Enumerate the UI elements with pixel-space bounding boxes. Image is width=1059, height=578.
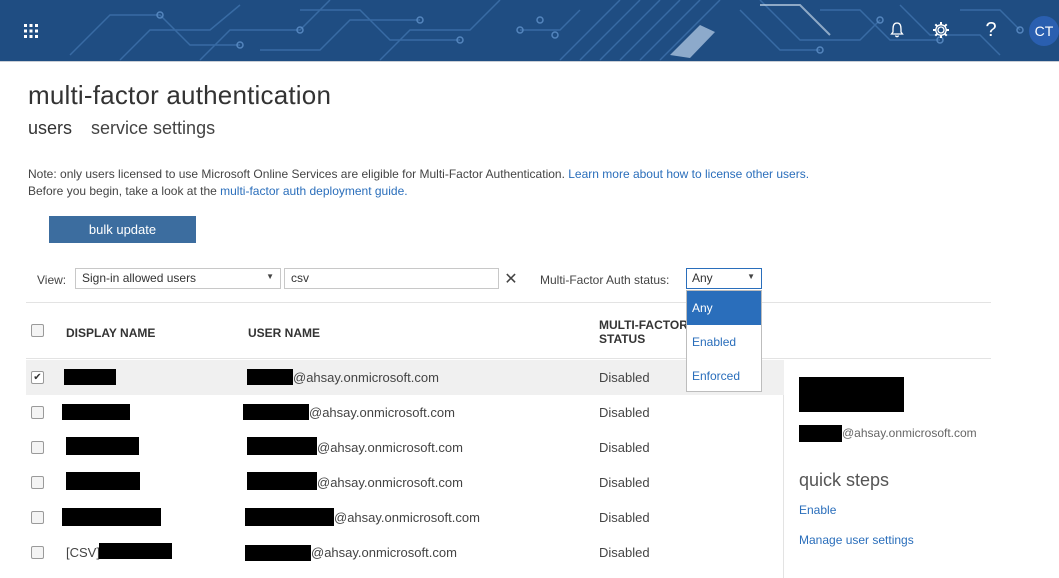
help-button[interactable]: ? [975,14,1007,46]
redacted-user-name [247,369,293,385]
mfa-status-dropdown: Any Enabled Enforced [686,290,762,392]
search-input[interactable]: csv [284,268,499,289]
mfa-status-value: Disabled [599,440,650,455]
redacted-display-name [66,437,139,455]
redacted-selected-user-email [799,425,842,442]
divider [26,302,991,303]
mfa-status-value: Disabled [599,475,650,490]
redacted-user-name [247,472,317,490]
sub-navigation: users service settings [28,118,229,139]
mfa-option-enforced[interactable]: Enforced [687,359,761,393]
redacted-display-name [62,508,161,526]
user-name-domain: @ahsay.onmicrosoft.com [309,405,455,420]
redacted-display-name [64,369,116,385]
user-name-domain: @ahsay.onmicrosoft.com [334,510,480,525]
notifications-button[interactable] [881,14,913,46]
bell-icon [890,22,904,38]
tab-users[interactable]: users [28,118,72,138]
row-checkbox[interactable] [31,511,44,524]
enable-link[interactable]: Enable [799,503,836,517]
redacted-display-name [66,472,140,490]
view-select[interactable]: Sign-in allowed users ▼ [75,268,281,289]
redacted-user-name [243,404,309,420]
mfa-status-value: Disabled [599,370,650,385]
select-all-checkbox[interactable] [31,324,44,337]
page-title: multi-factor authentication [28,80,332,110]
gear-icon [933,22,949,38]
redacted-selected-user-name [799,377,904,412]
mfa-option-any[interactable]: Any [687,291,761,325]
help-icon: ? [985,18,997,41]
row-checkbox[interactable] [31,406,44,419]
chevron-down-icon: ▼ [747,272,755,281]
column-header-mfa-status[interactable]: MULTI-FACTOR STATUS [599,318,688,346]
view-select-value: Sign-in allowed users [82,271,197,285]
row-checkbox[interactable] [31,476,44,489]
column-header-user-name[interactable]: USER NAME [248,326,320,340]
column-header-mfa-status-line1: MULTI-FACTOR [599,318,688,332]
mfa-status-value: Disabled [599,545,650,560]
column-header-display-name[interactable]: DISPLAY NAME [66,326,155,340]
mfa-status-select-value: Any [692,271,713,285]
close-icon: ✕ [504,270,518,288]
bulk-update-button[interactable]: bulk update [49,216,196,243]
row-checkbox[interactable] [31,441,44,454]
view-label: View: [37,273,67,287]
tab-service-settings[interactable]: service settings [91,118,215,138]
redacted-user-name [245,545,311,561]
display-name-prefix: [CSV] [66,545,100,560]
top-nav-bar: ? CT [0,0,1059,62]
mfa-option-enabled[interactable]: Enabled [687,325,761,359]
note-text-line2: Before you begin, take a look at the [28,184,221,198]
mfa-status-label: Multi-Factor Auth status: [540,273,670,287]
redacted-display-name [99,543,172,559]
column-header-mfa-status-line2: STATUS [599,332,646,346]
clear-search-button[interactable]: ✕ [500,268,522,289]
mfa-status-value: Disabled [599,510,650,525]
selected-user-domain: @ahsay.onmicrosoft.com [842,426,977,440]
user-name-domain: @ahsay.onmicrosoft.com [317,440,463,455]
manage-user-settings-link[interactable]: Manage user settings [799,533,914,547]
user-name-domain: @ahsay.onmicrosoft.com [293,370,439,385]
deployment-guide-link[interactable]: multi-factor auth deployment guide. [220,184,407,198]
waffle-icon [23,23,38,38]
chevron-down-icon: ▼ [266,272,274,281]
row-checkbox[interactable]: ✔ [31,371,44,384]
license-note: Note: only users licensed to use Microso… [28,166,809,200]
user-avatar[interactable]: CT [1029,16,1059,46]
quick-steps-title: quick steps [799,470,890,490]
redacted-user-name [247,437,317,455]
note-text-line1: Note: only users licensed to use Microso… [28,167,569,181]
settings-button[interactable] [925,14,957,46]
mfa-status-value: Disabled [599,405,650,420]
user-name-domain: @ahsay.onmicrosoft.com [311,545,457,560]
user-name-domain: @ahsay.onmicrosoft.com [317,475,463,490]
divider [26,358,991,359]
mfa-status-select[interactable]: Any ▼ [686,268,762,289]
row-checkbox[interactable] [31,546,44,559]
redacted-display-name [62,404,130,420]
license-users-link[interactable]: Learn more about how to license other us… [568,167,809,181]
redacted-user-name [245,508,334,526]
detail-panel-divider [783,395,784,578]
app-launcher-button[interactable] [0,0,61,61]
